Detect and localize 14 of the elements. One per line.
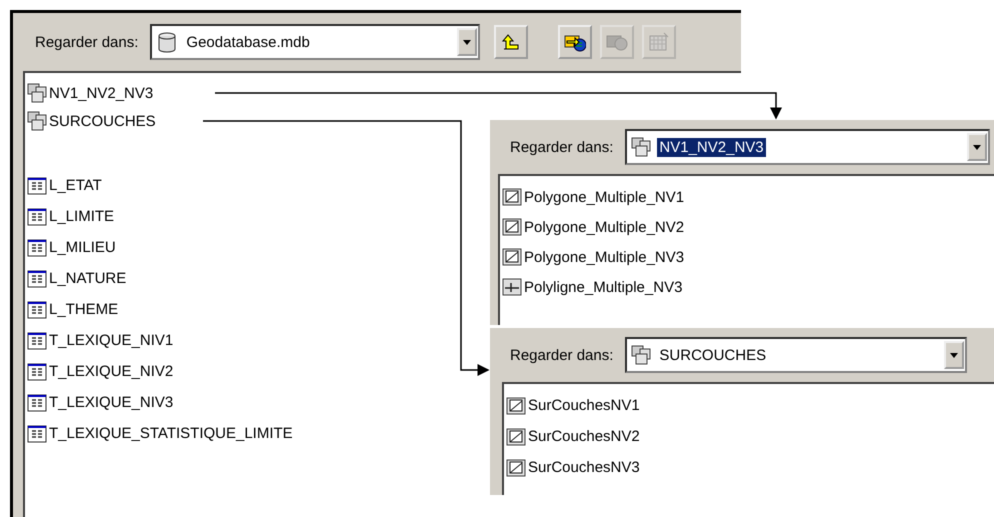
look-in-dropdown[interactable]: SURCOUCHES <box>625 337 968 373</box>
look-in-label: Regarder dans: <box>510 346 614 364</box>
list-item[interactable]: Polygone_Multiple_NV3 <box>502 242 994 272</box>
list-item[interactable]: NV1_NV2_NV3 <box>27 79 741 107</box>
look-in-dropdown[interactable]: Geodatabase.mdb <box>150 24 480 60</box>
look-in-dropdown[interactable]: NV1_NV2_NV3 <box>625 129 990 165</box>
list-item[interactable]: SurCouchesNV3 <box>506 452 994 483</box>
look-in-label: Regarder dans: <box>510 138 614 156</box>
look-in-label: Regarder dans: <box>35 34 138 50</box>
list-item[interactable]: SurCouchesNV2 <box>506 421 994 452</box>
list-item[interactable]: Polyligne_Multiple_NV3 <box>502 272 994 302</box>
list-item[interactable]: Polygone_Multiple_NV2 <box>502 212 994 242</box>
list-item[interactable]: SurCouchesNV1 <box>506 390 994 421</box>
list-item[interactable]: Polygone_Multiple_NV1 <box>502 182 994 212</box>
